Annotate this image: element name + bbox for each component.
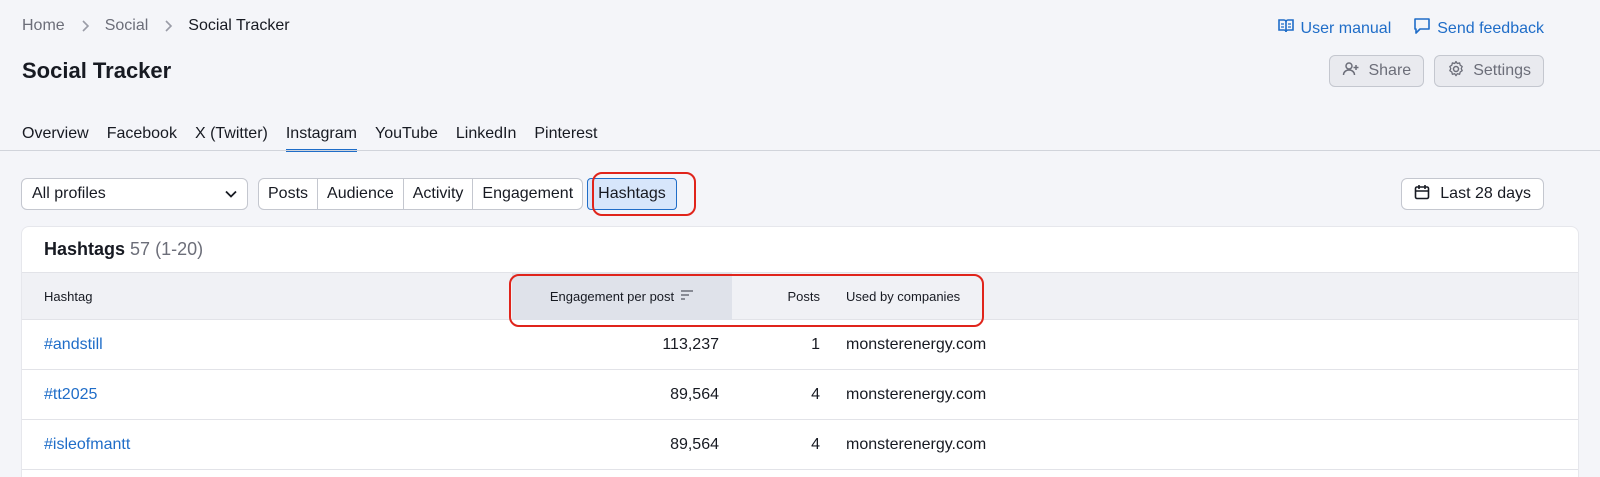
settings-label: Settings <box>1473 62 1531 79</box>
engagement-value: 113,237 <box>662 335 719 353</box>
breadcrumb-social[interactable]: Social <box>105 17 149 35</box>
share-button[interactable]: Share <box>1329 55 1425 87</box>
add-user-icon <box>1342 60 1360 83</box>
hashtag-link[interactable]: #tt2025 <box>44 370 97 419</box>
hashtag-link[interactable]: #isleofmantt <box>44 420 130 469</box>
tab-pinterest[interactable]: Pinterest <box>534 125 597 152</box>
tab-facebook[interactable]: Facebook <box>107 125 177 152</box>
hashtags-card: Hashtags 57 (1-20) Hashtag Engagement pe… <box>21 226 1579 477</box>
profile-select-value: All profiles <box>32 185 106 202</box>
date-range-button[interactable]: Last 28 days <box>1401 178 1544 210</box>
table-row: #tt2025 89,564 4 monsterenergy.com <box>22 370 1578 420</box>
card-title: Hashtags 57 (1-20) <box>44 239 203 260</box>
segment-activity[interactable]: Activity <box>403 178 474 210</box>
chevron-down-icon <box>225 185 237 203</box>
send-feedback-label: Send feedback <box>1437 19 1544 37</box>
used-by-value: monsterenergy.com <box>846 385 987 403</box>
message-icon <box>1413 17 1431 40</box>
engagement-value: 89,564 <box>670 385 719 403</box>
hashtag-link[interactable]: #andstill <box>44 320 103 369</box>
used-by-value: monsterenergy.com <box>846 435 987 453</box>
highlight-metric-columns <box>509 274 984 327</box>
posts-value: 1 <box>811 335 820 353</box>
breadcrumb-current: Social Tracker <box>188 17 290 34</box>
tab-youtube[interactable]: YouTube <box>375 125 438 152</box>
gear-icon <box>1447 60 1465 83</box>
user-manual-link[interactable]: User manual <box>1277 17 1392 40</box>
used-by-value: monsterenergy.com <box>846 335 987 353</box>
date-range-label: Last 28 days <box>1440 185 1531 202</box>
segment-posts[interactable]: Posts <box>258 178 319 210</box>
engagement-value: 89,564 <box>670 435 719 453</box>
breadcrumb: Home Social Social Tracker <box>22 17 290 35</box>
card-title-count: 57 (1-20) <box>130 239 204 259</box>
book-icon <box>1277 17 1295 40</box>
tab-instagram[interactable]: Instagram <box>285 125 357 152</box>
table-row: #andstill 113,237 1 monsterenergy.com <box>22 320 1578 370</box>
column-hashtag[interactable]: Hashtag <box>44 273 92 320</box>
highlight-hashtags-segment <box>592 172 696 216</box>
network-tabs: Overview Facebook X (Twitter) Instagram … <box>22 125 598 152</box>
card-title-name: Hashtags <box>44 239 126 259</box>
send-feedback-link[interactable]: Send feedback <box>1413 17 1544 40</box>
chevron-right-icon <box>80 20 90 32</box>
posts-value: 4 <box>811 435 820 453</box>
share-label: Share <box>1368 62 1412 79</box>
segment-engagement[interactable]: Engagement <box>473 178 584 210</box>
profile-select[interactable]: All profiles <box>21 178 248 210</box>
posts-value: 4 <box>811 385 820 403</box>
top-links: User manual Send feedback <box>1277 17 1544 40</box>
settings-button[interactable]: Settings <box>1434 55 1544 87</box>
tab-x-twitter[interactable]: X (Twitter) <box>195 125 268 152</box>
breadcrumb-home[interactable]: Home <box>22 17 65 35</box>
table-row: #isleofmantt 89,564 4 monsterenergy.com <box>22 420 1578 470</box>
tab-linkedin[interactable]: LinkedIn <box>456 125 517 152</box>
page-title: Social Tracker <box>22 58 172 83</box>
calendar-icon <box>1414 184 1430 205</box>
user-manual-label: User manual <box>1300 19 1392 37</box>
header-actions: Share Settings <box>1329 55 1544 87</box>
tab-overview[interactable]: Overview <box>22 125 89 152</box>
tabs-divider <box>0 150 1600 151</box>
segment-audience[interactable]: Audience <box>318 178 404 210</box>
chevron-right-icon <box>163 20 173 32</box>
column-hashtag-label: Hashtag <box>44 289 93 304</box>
